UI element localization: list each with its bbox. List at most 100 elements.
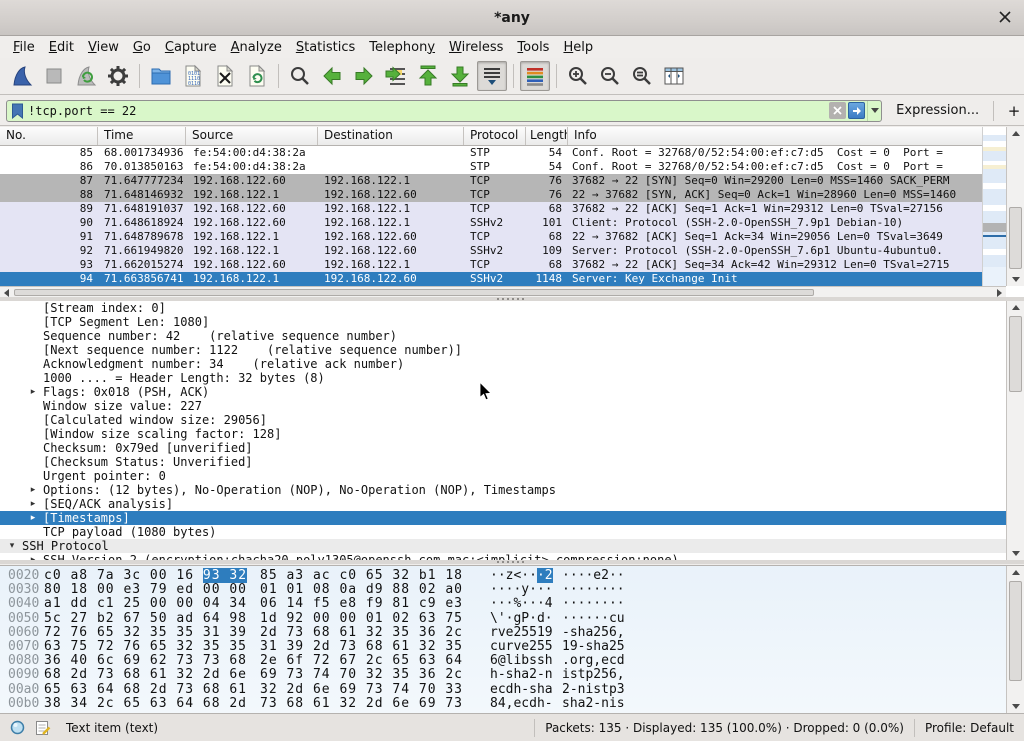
zoom-out-icon[interactable]	[595, 61, 625, 91]
hex-row[interactable]: 0050 5c 27 b2 67 50 ad 64 98 1d 92 00 00…	[0, 612, 1024, 626]
hex-row[interactable]: 0090 68 2d 73 68 61 32 2d 6e 69 73 74 70…	[0, 668, 1024, 682]
detail-row[interactable]: Checksum: 0x79ed [unverified]	[0, 441, 1008, 455]
expand-arrow-icon[interactable]: ▸	[27, 553, 39, 560]
detail-row[interactable]: [Window size scaling factor: 128]	[0, 427, 1008, 441]
expand-arrow-icon[interactable]: ▸	[27, 483, 39, 497]
expand-arrow-icon[interactable]	[27, 329, 39, 343]
expand-arrow-icon[interactable]	[27, 357, 39, 371]
reload-file-icon[interactable]	[242, 61, 272, 91]
menu-item[interactable]: Go	[126, 38, 158, 57]
stop-capture-icon[interactable]	[39, 61, 69, 91]
menu-item[interactable]: View	[81, 38, 126, 57]
menu-item[interactable]: Help	[556, 38, 600, 57]
scroll-up-icon[interactable]	[1007, 127, 1024, 140]
detail-vscrollbar[interactable]	[1006, 301, 1024, 560]
packet-row[interactable]: 88 71.648146932 192.168.122.1 192.168.12…	[0, 188, 982, 202]
packet-list-vscrollbar[interactable]	[1006, 127, 1024, 286]
detail-row[interactable]: ▸ [SEQ/ACK analysis]	[0, 497, 1008, 511]
go-back-icon[interactable]	[317, 61, 347, 91]
detail-row[interactable]: ▸ SSH Version 2 (encryption:chacha20-pol…	[0, 553, 1008, 560]
detail-row[interactable]: Acknowledgment number: 34 (relative ack …	[0, 357, 1008, 371]
expand-arrow-icon[interactable]: ▸	[27, 385, 39, 399]
expand-arrow-icon[interactable]	[27, 455, 39, 469]
packet-row[interactable]: 87 71.647777234 192.168.122.60 192.168.1…	[0, 174, 982, 188]
hex-row[interactable]: 00a0 65 63 64 68 2d 73 68 61 32 2d 6e 69…	[0, 683, 1024, 697]
menu-item[interactable]: Tools	[510, 38, 556, 57]
packet-row[interactable]: 93 71.662015274 192.168.122.60 192.168.1…	[0, 258, 982, 272]
expand-arrow-icon[interactable]	[27, 371, 39, 385]
col-destination[interactable]: Destination	[318, 127, 464, 145]
start-capture-icon[interactable]	[7, 61, 37, 91]
auto-scroll-icon[interactable]	[477, 61, 507, 91]
close-icon[interactable]	[998, 10, 1012, 24]
menu-item[interactable]: Analyze	[224, 38, 289, 57]
menu-item[interactable]: Statistics	[289, 38, 362, 57]
detail-row[interactable]: ▸ Options: (12 bytes), No-Operation (NOP…	[0, 483, 1008, 497]
zoom-in-icon[interactable]	[563, 61, 593, 91]
go-to-packet-icon[interactable]	[381, 61, 411, 91]
detail-row[interactable]: [Next sequence number: 1122 (relative se…	[0, 343, 1008, 357]
scroll-right-icon[interactable]	[993, 288, 1005, 297]
hex-row[interactable]: 0030 80 18 00 e3 79 ed 00 00 01 01 08 0a…	[0, 583, 1024, 597]
col-source[interactable]: Source	[186, 127, 318, 145]
detail-row[interactable]: ▸ Flags: 0x018 (PSH, ACK)	[0, 385, 1008, 399]
packet-row[interactable]: 94 71.663856741 192.168.122.1 192.168.12…	[0, 272, 982, 286]
pane-splitter[interactable]	[0, 560, 1024, 564]
col-time[interactable]: Time	[98, 127, 186, 145]
scroll-up-icon[interactable]	[1007, 566, 1024, 579]
zoom-original-icon[interactable]	[627, 61, 657, 91]
detail-row[interactable]: [Stream index: 0]	[0, 301, 1008, 315]
save-file-icon[interactable]: 010111100110	[178, 61, 208, 91]
capture-comment-icon[interactable]	[34, 719, 52, 737]
restart-capture-icon[interactable]	[71, 61, 101, 91]
go-first-icon[interactable]	[413, 61, 443, 91]
packet-list-minimap[interactable]	[982, 127, 1006, 286]
hex-row[interactable]: 0080 36 40 6c 69 62 73 73 68 2e 6f 72 67…	[0, 654, 1024, 668]
detail-row[interactable]: Urgent pointer: 0	[0, 469, 1008, 483]
scrollbar-thumb[interactable]	[1009, 207, 1022, 269]
packet-row[interactable]: 89 71.648191037 192.168.122.60 192.168.1…	[0, 202, 982, 216]
detail-row[interactable]: ▸ [Timestamps]	[0, 511, 1008, 525]
expand-arrow-icon[interactable]	[27, 525, 39, 539]
scrollbar-thumb[interactable]	[1009, 316, 1022, 392]
menu-item[interactable]: Wireless	[442, 38, 510, 57]
expand-arrow-icon[interactable]	[27, 315, 39, 329]
expand-arrow-icon[interactable]	[27, 399, 39, 413]
packet-row[interactable]: 92 71.661949820 192.168.122.1 192.168.12…	[0, 244, 982, 258]
expand-arrow-icon[interactable]: ▸	[27, 511, 39, 525]
find-packet-icon[interactable]	[285, 61, 315, 91]
expand-arrow-icon[interactable]	[27, 441, 39, 455]
go-last-icon[interactable]	[445, 61, 475, 91]
detail-row[interactable]: TCP payload (1080 bytes)	[0, 525, 1008, 539]
menu-item[interactable]: Edit	[42, 38, 81, 57]
detail-row[interactable]: [Calculated window size: 29056]	[0, 413, 1008, 427]
hex-row[interactable]: 0020 c0 a8 7a 3c 00 16 93 32 85 a3 ac c0…	[0, 569, 1024, 583]
resize-columns-icon[interactable]	[659, 61, 689, 91]
go-forward-icon[interactable]	[349, 61, 379, 91]
scroll-down-icon[interactable]	[1007, 547, 1024, 560]
detail-row[interactable]: 1000 .... = Header Length: 32 bytes (8)	[0, 371, 1008, 385]
hex-vscrollbar[interactable]	[1006, 566, 1024, 713]
scroll-down-icon[interactable]	[1007, 273, 1024, 286]
add-filter-button[interactable]: +	[1004, 102, 1024, 120]
expand-arrow-icon[interactable]	[27, 413, 39, 427]
packet-row[interactable]: 90 71.648618924 192.168.122.60 192.168.1…	[0, 216, 982, 230]
menu-item[interactable]: Telephony	[362, 38, 442, 57]
expand-arrow-icon[interactable]	[27, 301, 39, 315]
colorize-icon[interactable]	[520, 61, 550, 91]
clear-filter-icon[interactable]	[829, 102, 846, 119]
col-protocol[interactable]: Protocol	[464, 127, 526, 145]
detail-row[interactable]: Window size value: 227	[0, 399, 1008, 413]
menu-item[interactable]: File	[6, 38, 42, 57]
col-length[interactable]: Length	[526, 127, 568, 145]
titlebar[interactable]: *any	[0, 0, 1024, 36]
packet-row[interactable]: 91 71.648789678 192.168.122.1 192.168.12…	[0, 230, 982, 244]
expert-info-icon[interactable]	[8, 719, 26, 737]
close-file-icon[interactable]	[210, 61, 240, 91]
scrollbar-thumb[interactable]	[14, 289, 814, 296]
col-info[interactable]: Info	[568, 127, 1006, 145]
expand-arrow-icon[interactable]	[27, 427, 39, 441]
menu-item[interactable]: Capture	[158, 38, 224, 57]
detail-row[interactable]: [TCP Segment Len: 1080]	[0, 315, 1008, 329]
filter-history-caret-icon[interactable]	[867, 101, 881, 121]
